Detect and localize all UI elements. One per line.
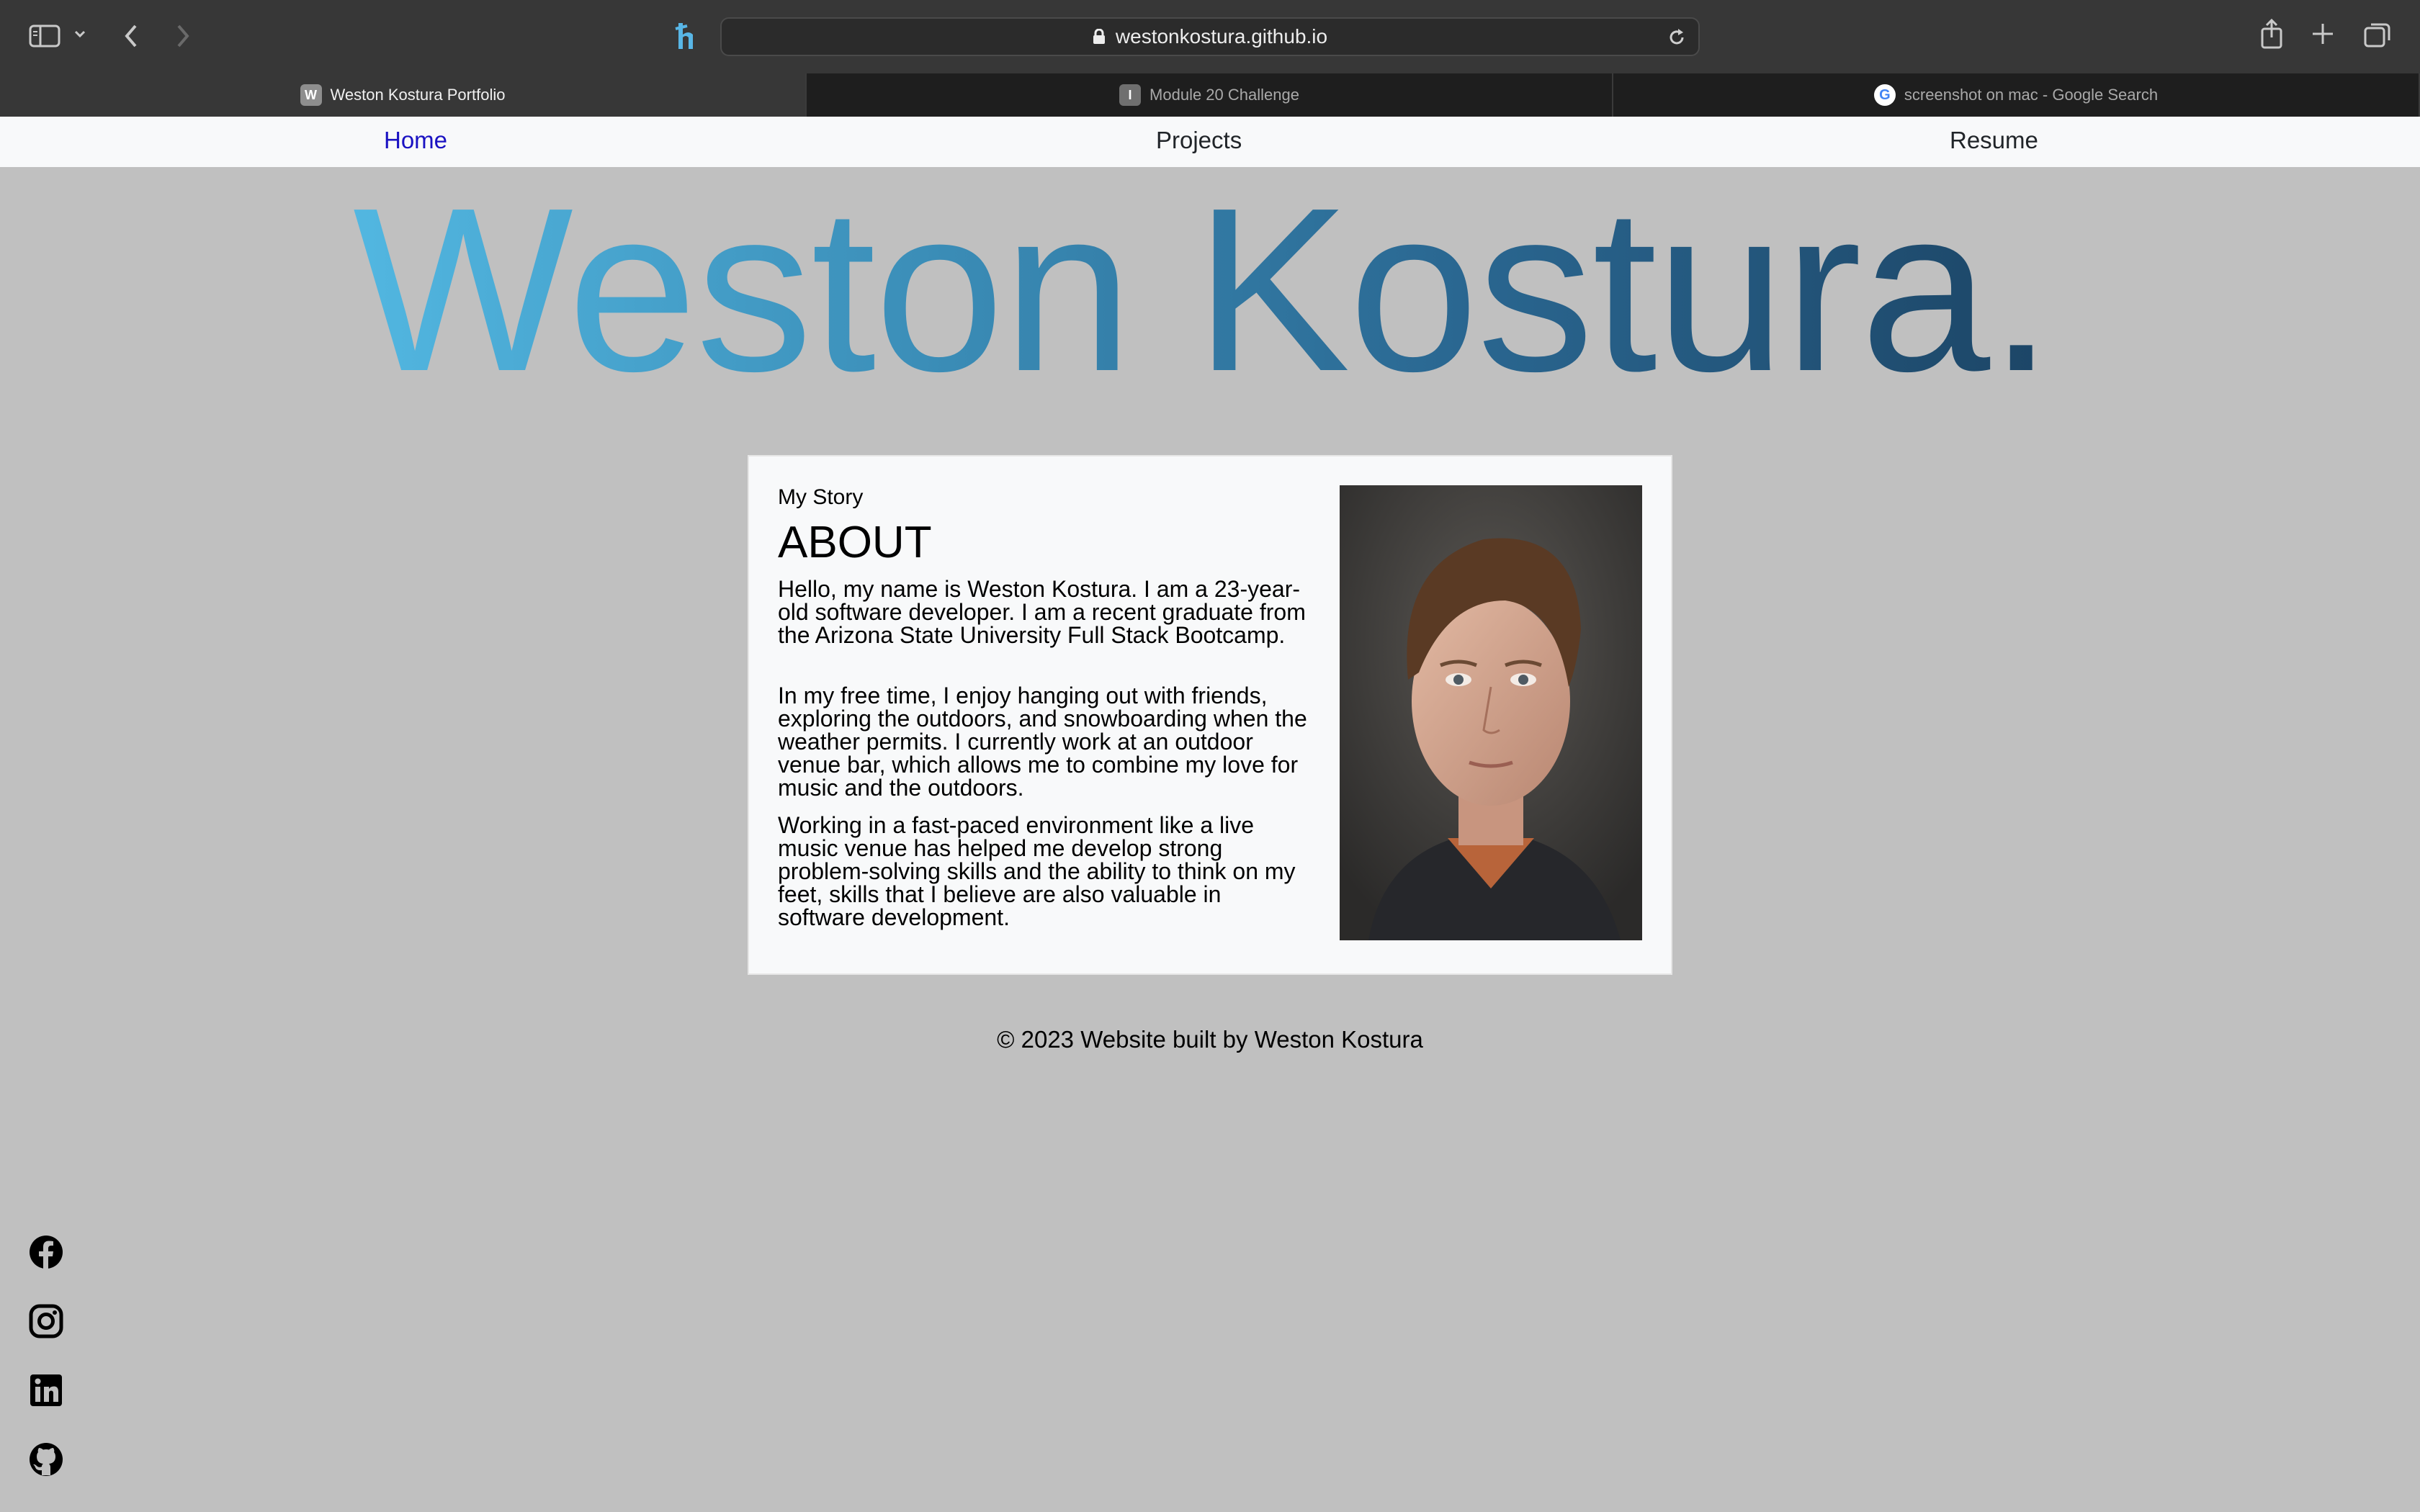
linkedin-icon[interactable] bbox=[29, 1373, 63, 1408]
tab-google-search[interactable]: G screenshot on mac - Google Search bbox=[1613, 73, 2420, 117]
tab-label: Weston Kostura Portfolio bbox=[330, 86, 506, 104]
google-icon: G bbox=[1873, 84, 1896, 106]
reload-icon[interactable] bbox=[1667, 27, 1687, 51]
honey-extension-icon[interactable] bbox=[673, 20, 702, 53]
browser-toolbar: westonkostura.github.io bbox=[0, 0, 2420, 73]
profile-photo bbox=[1340, 485, 1642, 940]
about-heading: ABOUT bbox=[778, 518, 932, 567]
forward-icon[interactable] bbox=[174, 23, 192, 49]
tab-portfolio[interactable]: W Weston Kostura Portfolio bbox=[0, 73, 807, 117]
nav-projects-link[interactable]: Projects bbox=[1156, 127, 1242, 154]
share-icon[interactable] bbox=[2260, 19, 2283, 49]
tab-bar: W Weston Kostura Portfolio I Module 20 C… bbox=[0, 73, 2420, 117]
nav-home-link[interactable]: Home bbox=[384, 127, 447, 154]
about-card: My Story ABOUT Hello, my name is Weston … bbox=[748, 455, 1672, 975]
address-bar[interactable]: westonkostura.github.io bbox=[720, 17, 1700, 56]
url-text: westonkostura.github.io bbox=[1115, 25, 1328, 48]
footer-text: © 2023 Website built by Weston Kostura bbox=[997, 1026, 1423, 1053]
instagram-icon[interactable] bbox=[29, 1304, 63, 1338]
about-paragraph: Hello, my name is Weston Kostura. I am a… bbox=[778, 576, 1306, 648]
about-eyebrow: My Story bbox=[778, 485, 864, 509]
lock-icon bbox=[1093, 28, 1106, 45]
back-icon[interactable] bbox=[122, 23, 140, 49]
new-tab-icon[interactable] bbox=[2311, 22, 2335, 46]
hero-title: Weston Kostura. bbox=[353, 159, 2053, 420]
tab-label: screenshot on mac - Google Search bbox=[1904, 86, 2159, 104]
tab-label: Module 20 Challenge bbox=[1150, 86, 1299, 104]
facebook-icon[interactable] bbox=[29, 1235, 63, 1269]
tab-module-20[interactable]: I Module 20 Challenge bbox=[807, 73, 1613, 117]
about-paragraph: Working in a fast-paced environment like… bbox=[778, 812, 1296, 930]
tab-favicon: W bbox=[300, 84, 322, 106]
tab-overview-icon[interactable] bbox=[2364, 22, 2391, 48]
about-paragraph: In my free time, I enjoy hanging out wit… bbox=[778, 683, 1307, 801]
chevron-down-icon[interactable] bbox=[73, 29, 86, 39]
nav-resume-link[interactable]: Resume bbox=[1950, 127, 2038, 154]
sidebar-toggle-icon[interactable] bbox=[29, 24, 60, 48]
tab-favicon: I bbox=[1119, 84, 1142, 106]
github-icon[interactable] bbox=[29, 1442, 63, 1477]
